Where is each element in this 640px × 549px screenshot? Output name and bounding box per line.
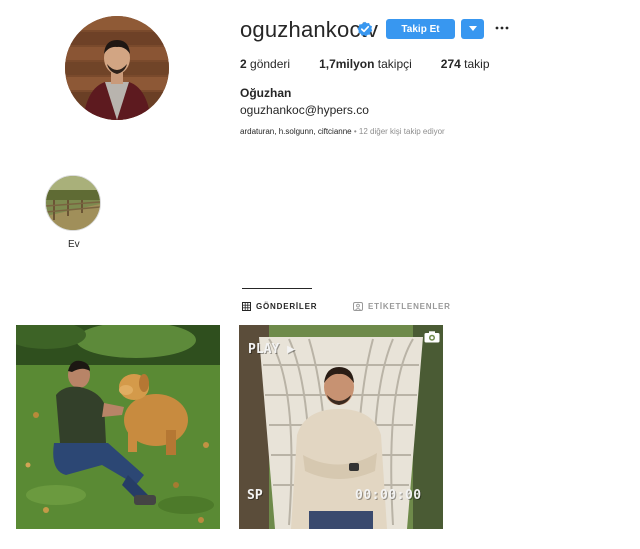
followed-by-names: ardaturan, h.solgunn, ciftcianne [240,127,352,136]
highlight-label: Ev [68,239,80,250]
profile-stats: 2 gönderi 1,7milyon takipçi 274 takip [240,57,519,71]
tab-tagged[interactable]: ETİKETLENENLER [353,302,451,311]
posts-count: 2 gönderi [240,57,291,71]
active-tab-indicator [242,288,312,289]
camera-icon [424,330,440,343]
post-thumbnail-dog[interactable] [16,325,220,529]
tagged-icon [353,302,363,311]
vhs-timecode: 00:00:00 [355,488,422,503]
suggestions-dropdown-button[interactable] [461,19,484,39]
more-options-icon[interactable] [494,19,510,37]
tab-posts[interactable]: GÖNDERİLER [242,302,317,311]
follow-button[interactable]: Takip Et [386,19,455,39]
grid-icon [242,302,251,311]
vhs-play-label: PLAY ▶ [248,342,295,357]
chevron-down-icon [468,26,477,31]
vhs-sp-label: SP [247,488,263,503]
followed-by-more: • 12 diğer kişi takip ediyor [353,127,445,136]
followers-count[interactable]: 1,7milyon takipçi [319,57,412,71]
profile-avatar [65,16,169,120]
highlight-ev[interactable] [45,175,101,231]
profile-full-name: Oğuzhan [240,86,292,100]
verified-badge-icon [357,21,373,37]
tab-tagged-label: ETİKETLENENLER [368,302,451,311]
tab-posts-label: GÖNDERİLER [256,302,318,311]
following-count[interactable]: 274 takip [441,57,490,71]
profile-bio-email: oguzhankoc@hypers.co [240,103,369,117]
followed-by-text[interactable]: ardaturan, h.solgunn, ciftcianne • 12 di… [240,127,445,136]
